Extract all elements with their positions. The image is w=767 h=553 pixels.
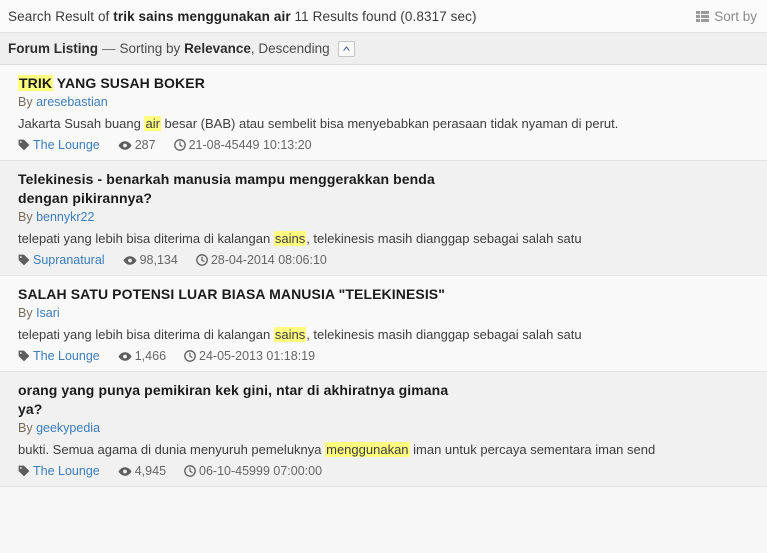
result-views: 4,945	[118, 464, 166, 478]
result-views-count: 1,466	[134, 349, 167, 363]
snippet-post: , telekinesis masih dianggap sebagai sal…	[306, 327, 582, 342]
eye-icon	[118, 351, 132, 362]
snippet-highlight: air	[144, 116, 161, 131]
result-snippet: telepati yang lebih bisa diterima di kal…	[18, 230, 757, 248]
result-author-link[interactable]: bennykr22	[36, 210, 94, 224]
result-title-text: SALAH SATU POTENSI LUAR BIASA MANUSIA "T…	[18, 286, 445, 302]
search-result-item[interactable]: orang yang punya pemikiran kek gini, nta…	[0, 372, 767, 487]
sorting-field-label: Relevance	[184, 41, 251, 56]
result-meta-row: The Lounge 4,945 06-10-45999 07:00:00	[18, 464, 757, 478]
result-category-link[interactable]: The Lounge	[18, 349, 100, 363]
result-title-highlight: TRIK	[18, 75, 54, 91]
eye-icon	[118, 140, 132, 151]
result-views-count: 98,134	[139, 253, 178, 267]
result-title-text: Telekinesis - benarkah manusia mampu men…	[18, 171, 435, 206]
snippet-post: besar (BAB) atau sembelit bisa menyebabk…	[160, 116, 619, 131]
result-title-text: YANG SUSAH BOKER	[53, 75, 205, 91]
sorting-prefix-label: Sorting by	[119, 41, 181, 56]
result-views-count: 287	[134, 138, 156, 152]
result-category-label: The Lounge	[33, 138, 100, 152]
eye-icon	[118, 466, 132, 477]
result-author-link[interactable]: aresebastian	[36, 95, 108, 109]
snippet-pre: bukti. Semua agama di dunia menyuruh pem…	[18, 442, 326, 457]
snippet-pre: telepati yang lebih bisa diterima di kal…	[18, 231, 274, 246]
snippet-post: , telekinesis masih dianggap sebagai sal…	[306, 231, 582, 246]
snippet-highlight: menggunakan	[325, 442, 410, 457]
result-views: 98,134	[123, 253, 178, 267]
collapse-toggle-button[interactable]	[337, 40, 355, 57]
sort-by-button[interactable]: Sort by	[696, 9, 757, 24]
search-result-summary: Search Result of trik sains menggunakan …	[8, 9, 477, 24]
result-author-link[interactable]: Isari	[36, 306, 60, 320]
forum-listing-title: Forum Listing	[8, 41, 98, 56]
result-title[interactable]: SALAH SATU POTENSI LUAR BIASA MANUSIA "T…	[18, 285, 757, 304]
result-title[interactable]: orang yang punya pemikiran kek gini, nta…	[18, 381, 468, 419]
search-result-header: Search Result of trik sains menggunakan …	[0, 0, 767, 33]
result-views: 1,466	[118, 349, 166, 363]
tag-icon	[18, 465, 30, 477]
result-author-line: By bennykr22	[18, 209, 757, 226]
search-results-list: TRIK YANG SUSAH BOKER By aresebastian Ja…	[0, 65, 767, 487]
by-label: By	[18, 421, 33, 435]
clock-icon	[184, 465, 196, 477]
tag-icon	[18, 254, 30, 266]
eye-icon	[123, 255, 137, 266]
result-date: 06-10-45999 07:00:00	[184, 464, 322, 478]
result-views: 287	[118, 138, 156, 152]
snippet-pre: Jakarta Susah buang	[18, 116, 145, 131]
clock-icon	[195, 254, 208, 266]
result-snippet: bukti. Semua agama di dunia menyuruh pem…	[18, 441, 757, 459]
result-category-label: The Lounge	[33, 349, 100, 363]
forum-listing-header: Forum Listing — Sorting by Relevance , D…	[0, 33, 767, 65]
tag-icon	[18, 350, 30, 362]
result-meta-row: The Lounge 287 21-08-45449 10:13:20	[18, 138, 757, 152]
by-label: By	[18, 306, 33, 320]
result-category-link[interactable]: The Lounge	[18, 464, 100, 478]
by-label: By	[18, 210, 33, 224]
search-query-term: trik sains menggunakan air	[113, 8, 291, 24]
result-title[interactable]: Telekinesis - benarkah manusia mampu men…	[18, 170, 458, 208]
search-result-count: 11 Results found (0.8317 sec)	[294, 8, 477, 24]
clock-icon	[184, 350, 196, 362]
result-date: 28-04-2014 08:06:10	[195, 253, 327, 267]
tag-icon	[18, 139, 30, 151]
result-author-line: By aresebastian	[18, 94, 757, 111]
result-author-line: By geekypedia	[18, 420, 757, 437]
result-author-line: By Isari	[18, 305, 757, 322]
result-date-value: 06-10-45999 07:00:00	[199, 464, 323, 478]
search-result-item[interactable]: Telekinesis - benarkah manusia mampu men…	[0, 161, 767, 276]
result-date: 21-08-45449 10:13:20	[173, 138, 312, 152]
chevron-up-icon	[342, 45, 351, 52]
result-date: 24-05-2013 01:18:19	[184, 349, 315, 363]
result-snippet: Jakarta Susah buang air besar (BAB) atau…	[18, 115, 757, 133]
result-date-value: 28-04-2014 08:06:10	[210, 253, 327, 267]
result-category-label: The Lounge	[33, 464, 100, 478]
result-snippet: telepati yang lebih bisa diterima di kal…	[18, 326, 757, 344]
result-title[interactable]: TRIK YANG SUSAH BOKER	[18, 74, 757, 93]
search-result-item[interactable]: TRIK YANG SUSAH BOKER By aresebastian Ja…	[0, 65, 767, 161]
result-date-value: 24-05-2013 01:18:19	[199, 349, 316, 363]
result-author-link[interactable]: geekypedia	[36, 421, 100, 435]
result-meta-row: The Lounge 1,466 24-05-2013 01:18:19	[18, 349, 757, 363]
snippet-post: iman untuk percaya sementara iman send	[409, 442, 656, 457]
result-category-label: Supranatural	[33, 253, 105, 267]
snippet-highlight: sains	[273, 327, 307, 342]
result-category-link[interactable]: The Lounge	[18, 138, 100, 152]
by-label: By	[18, 95, 33, 109]
search-result-item[interactable]: SALAH SATU POTENSI LUAR BIASA MANUSIA "T…	[0, 276, 767, 372]
snippet-pre: telepati yang lebih bisa diterima di kal…	[18, 327, 274, 342]
result-views-count: 4,945	[134, 464, 167, 478]
search-result-prefix: Search Result of	[8, 8, 110, 24]
result-date-value: 21-08-45449 10:13:20	[188, 138, 312, 152]
sort-by-label: Sort by	[714, 8, 757, 24]
forum-listing-dash: —	[102, 41, 116, 56]
clock-icon	[173, 139, 186, 151]
snippet-highlight: sains	[273, 231, 307, 246]
th-list-icon	[696, 10, 710, 22]
sorting-direction-label: , Descending	[250, 41, 330, 56]
result-meta-row: Supranatural 98,134 28-04-2014 08:06:10	[18, 253, 757, 267]
result-category-link[interactable]: Supranatural	[18, 253, 105, 267]
result-title-text: orang yang punya pemikiran kek gini, nta…	[18, 382, 449, 417]
